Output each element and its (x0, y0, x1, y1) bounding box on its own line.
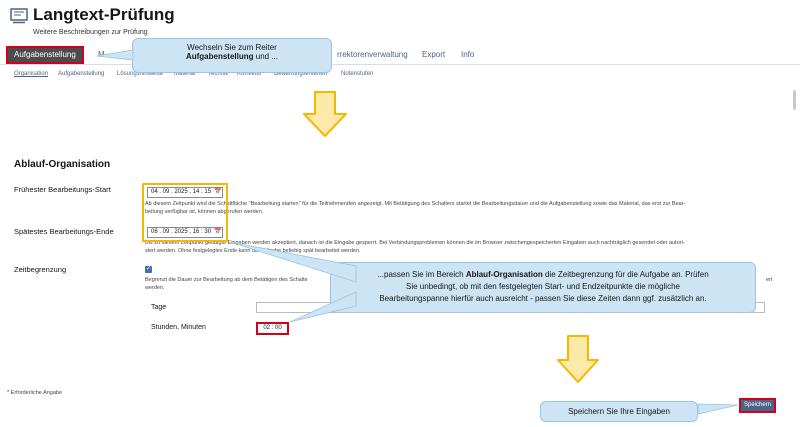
end-label: Spätestes Bearbeitungs-Ende (14, 227, 114, 236)
callout-save-pointer (697, 403, 739, 415)
limit-label: Zeitbegrenzung (14, 265, 67, 274)
callout-org-line3: Bearbeitungspanne hierfür auch ausreicht… (379, 294, 707, 303)
page-subtitle: Weitere Beschreibungen zur Prüfung (33, 29, 148, 36)
tab-export[interactable]: Export (422, 46, 445, 64)
callout-save-text: Speichern Sie Ihre Eingaben (568, 407, 670, 416)
tab-aufgabenstellung[interactable]: Aufgabenstellung (6, 46, 84, 64)
subtab-notenstufen[interactable]: Notenstufen (341, 71, 373, 77)
start-label: Frühester Bearbeitungs-Start (14, 185, 111, 194)
callout-organisation-hint: ...passen Sie im Bereich Ablauf-Organisa… (330, 262, 756, 313)
tab-info[interactable]: Info (461, 46, 474, 64)
subtab-organisation[interactable]: Organisation (14, 71, 48, 77)
section-title: Ablauf-Organisation (14, 159, 111, 170)
tab-korrektorenverwaltung[interactable]: rrektorenverwaltung (337, 46, 408, 64)
callout-org-rest1: die Zeitbegrenzung für die Aufgabe an. P… (544, 270, 709, 279)
save-button[interactable]: Speichern (739, 398, 776, 413)
down-arrow-icon (557, 335, 599, 383)
days-label: Tage (151, 304, 167, 311)
subtab-aufgabenstellung[interactable]: Aufgabenstellung (58, 71, 104, 77)
callout-tab-pointer (96, 49, 134, 61)
time-label: Stunden, Minuten (151, 324, 206, 331)
callout-organisation-pointer (229, 241, 357, 323)
start-help: Ab diesem Zeitpunkt wird die Schaltfläch… (145, 201, 785, 216)
page-title: Langtext-Prüfung (33, 5, 175, 24)
callout-org-line2: Sie unbedingt, ob mit den festgelegten S… (406, 282, 680, 291)
required-star: * (7, 390, 10, 396)
down-arrow-icon (303, 91, 347, 137)
scrollbar[interactable] (793, 90, 796, 110)
callout-tab-tail: und ... (255, 52, 279, 61)
required-text: Erforderliche Angabe (10, 390, 63, 396)
callout-tab-hint: Wechseln Sie zum Reiter Aufgabenstellung… (132, 38, 332, 73)
callout-save-hint: Speichern Sie Ihre Eingaben (540, 401, 698, 422)
callout-org-bold: Ablauf-Organisation (465, 270, 543, 279)
start-help-line1: Ab diesem Zeitpunkt wird die Schaltfläch… (145, 201, 686, 207)
required-note: * Erforderliche Angabe (7, 390, 62, 396)
tabs-divider (0, 64, 800, 65)
date-fields-highlight (142, 183, 228, 242)
time-value: 02 : 00 (263, 325, 282, 331)
limit-help-line1-tail: ert (766, 277, 773, 283)
callout-tab-bold: Aufgabenstellung (185, 52, 254, 61)
start-help-line2: beitung verfügbar ist, können abgerufen … (145, 208, 264, 215)
test-icon (10, 8, 28, 24)
callout-org-pre: ...passen Sie im Bereich (377, 270, 464, 279)
limit-checkbox[interactable]: ✓ (145, 266, 152, 273)
callout-tab-line1: Wechseln Sie zum Reiter (187, 43, 277, 52)
